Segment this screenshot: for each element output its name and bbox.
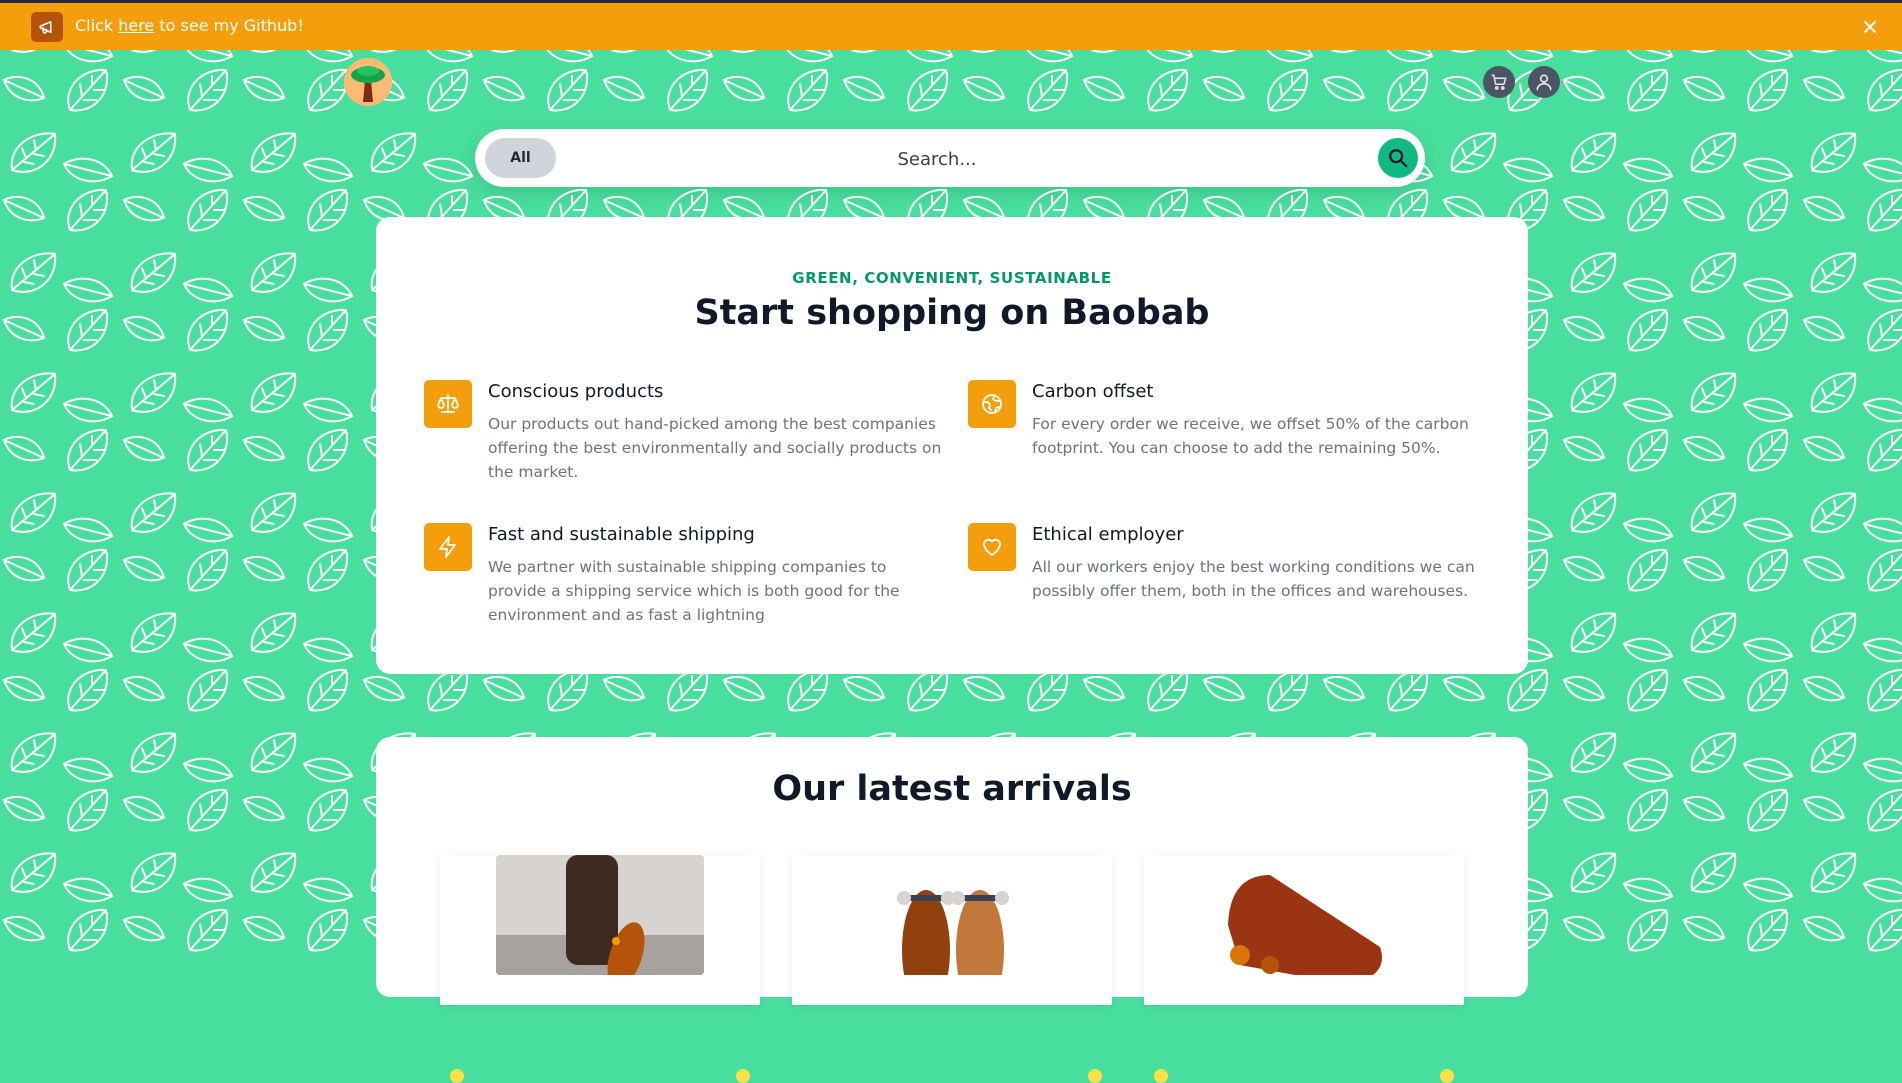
cart-icon — [1491, 74, 1507, 90]
carousel-dot[interactable] — [1154, 1069, 1168, 1083]
product-card[interactable] — [792, 855, 1112, 1083]
baobab-logo[interactable] — [344, 58, 392, 106]
close-banner-button[interactable] — [1858, 15, 1882, 39]
scale-icon — [424, 380, 472, 428]
banner-text-after: to see my Github! — [159, 16, 304, 35]
search-button[interactable] — [1378, 138, 1418, 178]
product-card[interactable] — [440, 855, 760, 1083]
feature-description: Our products out hand-picked among the b… — [488, 415, 942, 481]
close-icon — [1864, 21, 1876, 33]
feature-description: All our workers enjoy the best working c… — [1032, 558, 1475, 600]
cart-button[interactable] — [1483, 66, 1515, 98]
feature-description: For every order we receive, we offset 50… — [1032, 415, 1469, 457]
lightning-icon — [424, 523, 472, 571]
feature-description: We partner with sustainable shipping com… — [488, 558, 900, 624]
feature-title: Conscious products — [488, 381, 664, 402]
features-card: GREEN, CONVENIENT, SUSTAINABLE Start sho… — [376, 217, 1528, 674]
latest-arrivals-card: Our latest arrivals — [376, 737, 1528, 1083]
category-select[interactable]: All — [485, 138, 556, 178]
github-banner: Click here to see my Github! — [0, 0, 1902, 50]
banner-text-before: Click — [75, 16, 114, 35]
user-icon — [1536, 74, 1552, 91]
search-input[interactable] — [565, 137, 1309, 181]
hero-title: Start shopping on Baobab — [694, 293, 1210, 333]
github-link[interactable]: here — [118, 16, 154, 35]
product-image — [496, 855, 704, 975]
feature-title: Ethical employer — [1032, 524, 1184, 545]
banner-message: Click here to see my Github! — [75, 16, 304, 36]
carousel-dot[interactable] — [736, 1069, 750, 1083]
hero-eyebrow: GREEN, CONVENIENT, SUSTAINABLE — [792, 269, 1112, 287]
arrivals-title: Our latest arrivals — [772, 769, 1132, 809]
feature-title: Carbon offset — [1032, 381, 1154, 402]
feature-title: Fast and sustainable shipping — [488, 524, 755, 545]
product-image — [848, 855, 1056, 975]
search-bar: All — [475, 129, 1425, 187]
carousel-dot[interactable] — [450, 1069, 464, 1083]
product-image — [1200, 855, 1408, 975]
baobab-tree-logo-icon — [344, 58, 392, 106]
carousel-dot[interactable] — [1088, 1069, 1102, 1083]
product-card[interactable] — [1144, 855, 1464, 1083]
heart-icon — [968, 523, 1016, 571]
globe-icon — [968, 380, 1016, 428]
megaphone-icon — [31, 12, 63, 42]
user-button[interactable] — [1528, 66, 1560, 98]
search-icon — [1389, 149, 1408, 168]
carousel-dot[interactable] — [1440, 1069, 1454, 1083]
